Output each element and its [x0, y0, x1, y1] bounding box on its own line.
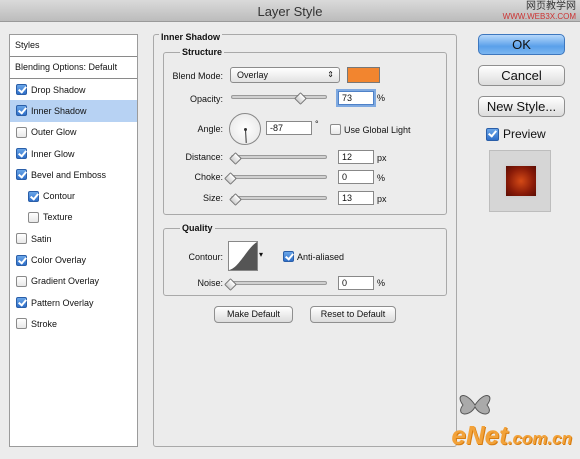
style-item-stroke[interactable]: Stroke [10, 313, 137, 334]
contour-label: Contour: [188, 252, 223, 262]
noise-unit: % [377, 278, 386, 288]
style-item-label: Stroke [31, 318, 58, 329]
style-item-drop-shadow[interactable]: Drop Shadow [10, 79, 137, 100]
style-item-checkbox[interactable] [16, 297, 27, 309]
enet-logo: eNet.com.cn [451, 420, 572, 451]
blend-mode-value: Overlay [237, 70, 269, 80]
blending-options[interactable]: Blending Options: Default [10, 57, 137, 79]
style-item-checkbox[interactable] [16, 84, 27, 96]
watermark-top: 网页教学网 WWW.WEB3X.COM [503, 2, 576, 22]
distance-slider[interactable] [231, 155, 327, 159]
blend-mode-select[interactable]: Overlay ⇕ [230, 67, 340, 83]
style-item-checkbox[interactable] [16, 318, 27, 330]
angle-dial[interactable] [229, 113, 261, 145]
noise-field[interactable]: 0 [338, 276, 374, 290]
style-item-bevel-and-emboss[interactable]: Bevel and Emboss [10, 164, 137, 185]
style-item-checkbox[interactable] [16, 148, 27, 160]
style-item-checkbox[interactable] [16, 169, 27, 181]
style-item-label: Outer Glow [31, 127, 77, 138]
style-item-checkbox[interactable] [16, 275, 27, 287]
anti-aliased-label: Anti-aliased [297, 252, 345, 262]
styles-header[interactable]: Styles [10, 35, 137, 57]
watermark-line2: WWW.WEB3X.COM [502, 12, 576, 21]
style-item-label: Inner Glow [31, 148, 75, 159]
angle-label: Angle: [197, 124, 223, 134]
use-global-light-label: Use Global Light [344, 125, 411, 135]
style-item-label: Contour [43, 191, 76, 202]
opacity-field[interactable]: 73 [338, 91, 374, 105]
structure-title: Structure [180, 47, 225, 57]
style-item-contour[interactable]: Contour [10, 185, 137, 206]
angle-field[interactable]: -87 [266, 121, 312, 135]
choke-label: Choke: [194, 172, 223, 182]
window-title: Layer Style [257, 4, 323, 19]
preview-checkbox[interactable] [486, 128, 499, 141]
angle-center-dot [244, 128, 247, 131]
ok-button[interactable]: OK [478, 34, 565, 55]
angle-needle [245, 128, 247, 143]
opacity-label: Opacity: [189, 94, 223, 104]
choke-unit: % [377, 173, 386, 183]
watermark-line1: 网页教学网 [526, 1, 576, 12]
style-item-pattern-overlay[interactable]: Pattern Overlay [10, 292, 137, 313]
preview-swatch [506, 166, 536, 196]
contour-curve-icon [229, 242, 257, 270]
butterfly-logo-icon [459, 395, 491, 415]
style-item-checkbox[interactable] [16, 126, 27, 138]
cancel-button[interactable]: Cancel [478, 65, 565, 86]
reset-default-button[interactable]: Reset to Default [310, 306, 396, 323]
style-item-label: Bevel and Emboss [31, 169, 107, 180]
style-item-gradient-overlay[interactable]: Gradient Overlay [10, 271, 137, 292]
size-unit: px [377, 194, 387, 204]
size-slider[interactable] [231, 196, 327, 200]
style-item-checkbox[interactable] [28, 190, 39, 202]
select-arrows-icon: ⇕ [327, 70, 334, 79]
make-default-button[interactable]: Make Default [214, 306, 293, 323]
distance-field[interactable]: 12 [338, 150, 374, 164]
contour-picker[interactable] [228, 241, 258, 271]
new-style-button[interactable]: New Style... [478, 96, 565, 117]
distance-unit: px [377, 153, 387, 163]
style-item-label: Gradient Overlay [31, 276, 100, 287]
style-item-inner-shadow[interactable]: Inner Shadow [10, 100, 137, 122]
style-item-label: Color Overlay [31, 255, 87, 266]
style-item-checkbox[interactable] [28, 211, 39, 223]
enet-logo-main: eNet [451, 420, 508, 450]
use-global-light-checkbox[interactable] [330, 124, 341, 135]
style-item-label: Satin [31, 233, 52, 244]
opacity-slider[interactable] [231, 95, 327, 99]
section-title: Inner Shadow [159, 32, 223, 42]
style-item-label: Pattern Overlay [31, 297, 94, 308]
styles-list: Styles Blending Options: Default Drop Sh… [9, 34, 138, 447]
style-item-inner-glow[interactable]: Inner Glow [10, 143, 137, 164]
style-item-checkbox[interactable] [16, 233, 27, 245]
style-item-color-overlay[interactable]: Color Overlay [10, 249, 137, 270]
choke-slider[interactable] [231, 175, 327, 179]
quality-title: Quality [180, 223, 215, 233]
opacity-unit: % [377, 93, 386, 103]
size-label: Size: [202, 193, 223, 203]
choke-field[interactable]: 0 [338, 170, 374, 184]
blend-mode-label: Blend Mode: [172, 71, 223, 81]
angle-unit: ° [315, 119, 319, 129]
style-item-outer-glow[interactable]: Outer Glow [10, 122, 137, 143]
distance-label: Distance: [185, 152, 223, 162]
style-item-satin[interactable]: Satin [10, 228, 137, 249]
style-item-checkbox[interactable] [16, 254, 27, 266]
preview-thumbnail [489, 150, 551, 212]
style-item-checkbox[interactable] [16, 105, 27, 117]
contour-dropdown-icon[interactable]: ▾ [259, 250, 263, 259]
style-item-label: Inner Shadow [31, 105, 87, 116]
style-item-texture[interactable]: Texture [10, 207, 137, 228]
noise-label: Noise: [197, 278, 223, 288]
enet-logo-suffix: .com.cn [507, 429, 572, 448]
preview-label: Preview [503, 127, 546, 141]
anti-aliased-checkbox[interactable] [283, 251, 294, 262]
noise-slider[interactable] [231, 281, 327, 285]
style-item-label: Drop Shadow [31, 84, 86, 95]
blend-color-swatch[interactable] [347, 67, 380, 83]
style-item-label: Texture [43, 212, 73, 223]
title-bar: Layer Style 网页教学网 WWW.WEB3X.COM [0, 0, 580, 22]
size-field[interactable]: 13 [338, 191, 374, 205]
